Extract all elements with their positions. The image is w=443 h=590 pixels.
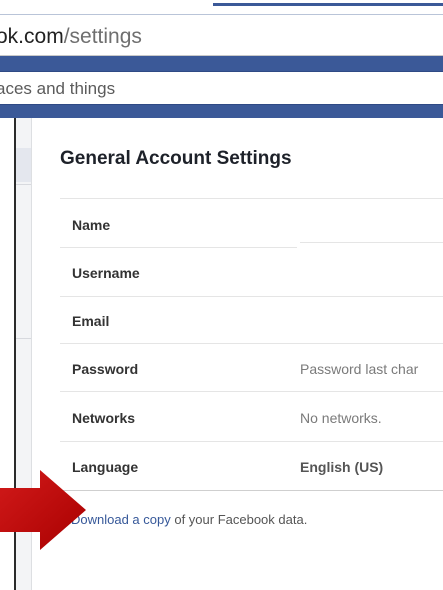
- url-path: /settings: [63, 25, 142, 48]
- row-language-value: English (US): [300, 459, 384, 475]
- row-divider: [60, 391, 443, 392]
- tab-edge: [213, 3, 443, 6]
- row-networks-label[interactable]: Networks: [72, 410, 135, 426]
- row-divider: [60, 441, 443, 442]
- row-username-label[interactable]: Username: [72, 265, 140, 281]
- search-input-text: aces and things: [0, 79, 116, 98]
- row-password-label[interactable]: Password: [72, 361, 138, 377]
- search-input[interactable]: aces and things: [0, 71, 443, 105]
- page-title: General Account Settings: [60, 148, 292, 169]
- download-copy-rest: of your Facebook data.: [170, 512, 308, 527]
- sidebar-divider: [16, 184, 31, 185]
- tab-border: [0, 14, 443, 15]
- row-networks-value: No networks.: [300, 410, 382, 426]
- download-copy-text: Download a copy of your Facebook data.: [71, 512, 307, 527]
- sidebar-item-general[interactable]: [16, 148, 31, 182]
- row-password-value: Password last char: [300, 361, 419, 377]
- row-name-label[interactable]: Name: [72, 217, 110, 233]
- section-divider: [60, 490, 443, 491]
- row-email-label[interactable]: Email: [72, 313, 109, 329]
- row-divider: [60, 343, 443, 344]
- sidebar-divider: [16, 338, 31, 339]
- url-text[interactable]: ok.com/settings: [0, 25, 142, 49]
- address-bar[interactable]: ok.com/settings: [0, 16, 443, 56]
- row-divider: [60, 247, 297, 248]
- browser-tab-strip: [0, 0, 443, 16]
- row-divider: [300, 242, 443, 243]
- title-divider: [60, 198, 443, 199]
- red-arrow-icon: [0, 470, 86, 550]
- row-divider: [60, 296, 443, 297]
- url-host: ok.com: [0, 25, 64, 48]
